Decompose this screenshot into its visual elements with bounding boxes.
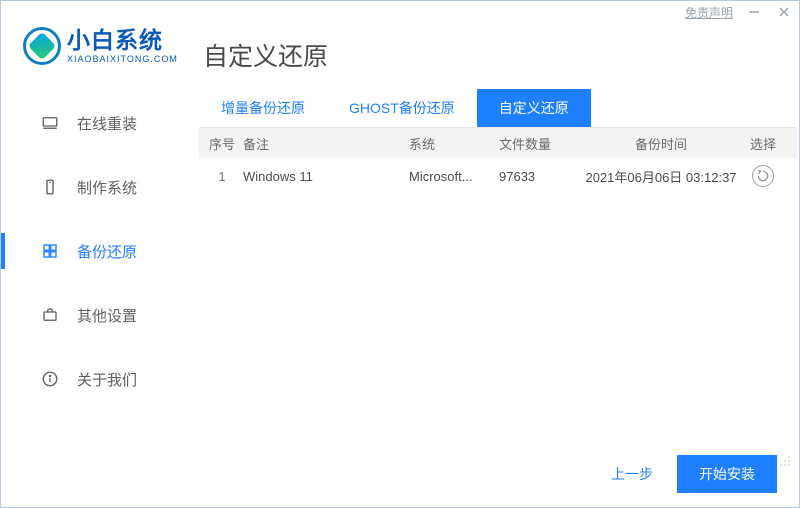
briefcase-icon bbox=[41, 306, 59, 324]
tab-incremental-restore[interactable]: 增量备份还原 bbox=[199, 89, 327, 127]
nav: 在线重装 制作系统 备份还原 bbox=[1, 91, 193, 411]
nav-item-backup-restore[interactable]: 备份还原 bbox=[1, 219, 193, 283]
brand-subtitle: XIAOBAIXITONG.COM bbox=[67, 55, 178, 64]
col-header-index: 序号 bbox=[205, 134, 239, 153]
col-header-system: 系统 bbox=[409, 134, 499, 153]
info-icon bbox=[41, 370, 59, 388]
cell-note: Windows 11 bbox=[239, 169, 409, 184]
cell-count: 97633 bbox=[499, 169, 579, 184]
usb-icon bbox=[41, 178, 59, 196]
tab-custom-restore[interactable]: 自定义还原 bbox=[477, 89, 591, 127]
tabs: 增量备份还原 GHOST备份还原 自定义还原 bbox=[199, 89, 797, 128]
nav-label: 备份还原 bbox=[77, 241, 137, 262]
minimize-button[interactable] bbox=[745, 3, 763, 21]
nav-label: 其他设置 bbox=[77, 305, 137, 326]
start-install-button[interactable]: 开始安装 bbox=[677, 455, 777, 493]
col-header-time: 备份时间 bbox=[579, 134, 743, 153]
restore-row-button[interactable] bbox=[752, 165, 774, 187]
nav-item-other-settings[interactable]: 其他设置 bbox=[1, 283, 193, 347]
table-header: 序号 备注 系统 文件数量 备份时间 选择 bbox=[199, 128, 797, 158]
sidebar: 小白系统 XIAOBAIXITONG.COM 在线重装 制作系统 bbox=[1, 23, 193, 507]
grid-icon bbox=[41, 242, 59, 260]
cell-time: 2021年06月06日 03:12:37 bbox=[579, 167, 743, 186]
cell-system: Microsoft... bbox=[409, 169, 499, 184]
titlebar: 免责声明 bbox=[1, 1, 799, 23]
disclaimer-link[interactable]: 免责声明 bbox=[685, 4, 733, 21]
cell-select bbox=[743, 165, 783, 187]
cell-index: 1 bbox=[205, 169, 239, 184]
col-header-note: 备注 bbox=[239, 134, 409, 153]
nav-item-about[interactable]: 关于我们 bbox=[1, 347, 193, 411]
footer: 上一步 开始安装 bbox=[611, 455, 777, 493]
nav-label: 制作系统 bbox=[77, 177, 137, 198]
monitor-icon bbox=[41, 114, 59, 132]
nav-label: 在线重装 bbox=[77, 113, 137, 134]
prev-button[interactable]: 上一步 bbox=[611, 464, 653, 484]
tab-ghost-restore[interactable]: GHOST备份还原 bbox=[327, 89, 477, 127]
table-row[interactable]: 1 Windows 11 Microsoft... 97633 2021年06月… bbox=[199, 158, 797, 194]
brand: 小白系统 XIAOBAIXITONG.COM bbox=[1, 25, 193, 91]
col-header-count: 文件数量 bbox=[499, 134, 579, 153]
close-button[interactable] bbox=[775, 3, 793, 21]
main: 自定义还原 增量备份还原 GHOST备份还原 自定义还原 序号 备注 系统 文件… bbox=[193, 23, 799, 507]
page-title: 自定义还原 bbox=[199, 23, 797, 83]
col-header-select: 选择 bbox=[743, 134, 783, 153]
app-window: 免责声明 小白系统 XIAOBAIXITONG.COM 在线重 bbox=[0, 0, 800, 508]
resize-grip-icon bbox=[777, 453, 793, 469]
nav-item-make-system[interactable]: 制作系统 bbox=[1, 155, 193, 219]
nav-label: 关于我们 bbox=[77, 369, 137, 390]
brand-title: 小白系统 bbox=[67, 29, 178, 52]
logo-icon bbox=[23, 27, 61, 65]
nav-item-reinstall[interactable]: 在线重装 bbox=[1, 91, 193, 155]
